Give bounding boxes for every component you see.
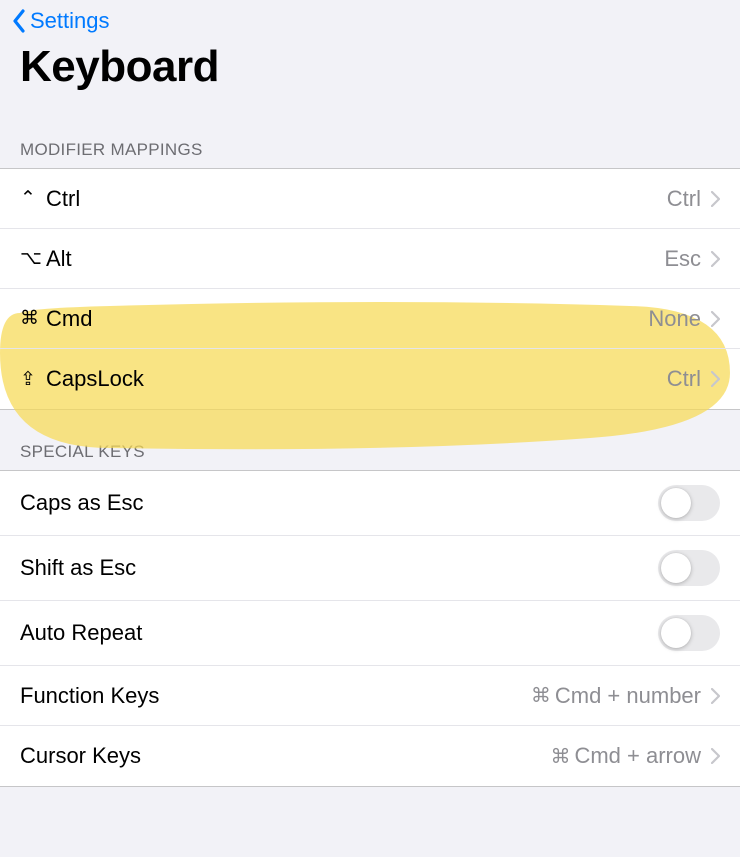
row-value: Ctrl: [667, 366, 701, 392]
switch-caps-as-esc[interactable]: [658, 485, 720, 521]
page-title: Keyboard: [20, 42, 720, 92]
special-row-caps-as-esc: Caps as Esc: [0, 471, 740, 536]
special-row-auto-repeat: Auto Repeat: [0, 601, 740, 666]
back-label: Settings: [30, 8, 110, 34]
chevron-right-icon: [711, 311, 720, 327]
special-list: Caps as Esc Shift as Esc Auto Repeat Fun…: [0, 470, 740, 787]
ctrl-icon: ⌃: [20, 187, 46, 210]
switch-shift-as-esc[interactable]: [658, 550, 720, 586]
row-value: Esc: [664, 246, 701, 272]
row-label: Caps as Esc: [20, 490, 144, 516]
modifier-row-capslock[interactable]: ⇪ CapsLock Ctrl: [0, 349, 740, 409]
chevron-right-icon: [711, 748, 720, 764]
special-row-function-keys[interactable]: Function Keys ⌘ Cmd + number: [0, 666, 740, 726]
modifier-row-alt[interactable]: ⌥ Alt Esc: [0, 229, 740, 289]
capslock-icon: ⇪: [20, 368, 46, 391]
row-label: Function Keys: [20, 683, 159, 709]
alt-icon: ⌥: [20, 247, 46, 270]
cmd-icon: ⌘: [20, 307, 46, 330]
modifier-list: ⌃ Ctrl Ctrl ⌥ Alt Esc ⌘ Cmd None ⇪ CapsL…: [0, 168, 740, 410]
chevron-right-icon: [711, 688, 720, 704]
cmd-icon: ⌘: [550, 744, 570, 769]
section-header-modifiers: MODIFIER MAPPINGS: [0, 108, 740, 168]
row-label: Auto Repeat: [20, 620, 142, 646]
title-bar: Keyboard: [0, 34, 740, 108]
row-label: Shift as Esc: [20, 555, 136, 581]
row-label: CapsLock: [46, 366, 144, 392]
switch-auto-repeat[interactable]: [658, 615, 720, 651]
row-value: None: [648, 306, 701, 332]
row-value: Cmd + arrow: [574, 743, 701, 769]
modifier-row-ctrl[interactable]: ⌃ Ctrl Ctrl: [0, 169, 740, 229]
row-label: Cursor Keys: [20, 743, 141, 769]
chevron-right-icon: [711, 371, 720, 387]
row-label: Alt: [46, 246, 72, 272]
chevron-right-icon: [711, 191, 720, 207]
modifier-row-cmd[interactable]: ⌘ Cmd None: [0, 289, 740, 349]
cmd-icon: ⌘: [531, 683, 551, 708]
section-header-special: SPECIAL KEYS: [0, 410, 740, 470]
chevron-right-icon: [711, 251, 720, 267]
row-label: Ctrl: [46, 186, 80, 212]
nav-bar: Settings: [0, 0, 740, 34]
special-row-shift-as-esc: Shift as Esc: [0, 536, 740, 601]
chevron-left-icon: [12, 9, 26, 33]
row-value: Cmd + number: [555, 683, 701, 709]
row-label: Cmd: [46, 306, 92, 332]
back-button[interactable]: Settings: [12, 8, 110, 34]
special-row-cursor-keys[interactable]: Cursor Keys ⌘ Cmd + arrow: [0, 726, 740, 786]
row-value: Ctrl: [667, 186, 701, 212]
